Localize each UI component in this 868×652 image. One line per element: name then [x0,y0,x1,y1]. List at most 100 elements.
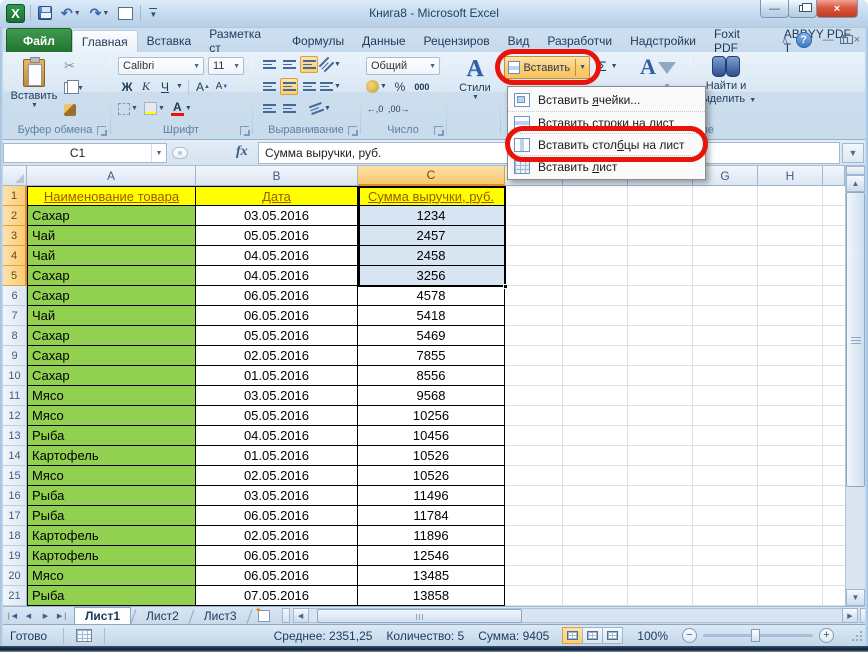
cell-name[interactable]: Сахар [27,346,196,366]
empty-cell[interactable] [505,426,563,446]
empty-cell[interactable] [563,426,628,446]
empty-cell[interactable] [628,186,693,206]
row-header-18[interactable]: 18 [3,526,27,546]
empty-cell[interactable] [563,486,628,506]
empty-cell[interactable] [628,426,693,446]
empty-cell[interactable] [505,266,563,286]
cell-name[interactable]: Картофель [27,546,196,566]
tab-Foxit PDF[interactable]: Foxit PDF [705,27,775,55]
align-center-button[interactable] [280,78,298,95]
cell-sum[interactable]: 10526 [358,466,505,486]
empty-cell[interactable] [758,286,823,306]
empty-cell[interactable] [563,366,628,386]
dialog-launcher-icon[interactable] [348,126,358,136]
empty-cell[interactable] [563,246,628,266]
row-header-4[interactable]: 4 [3,246,27,266]
empty-cell[interactable] [758,566,823,586]
empty-cell[interactable] [628,466,693,486]
empty-cell[interactable] [758,206,823,226]
zoom-thumb[interactable] [751,629,760,642]
align-left-button[interactable] [260,78,278,95]
empty-cell[interactable] [628,446,693,466]
format-painter-button[interactable] [64,102,84,118]
italic-button[interactable]: К [137,78,155,95]
empty-cell[interactable] [628,266,693,286]
cell-name[interactable]: Рыба [27,586,196,606]
empty-cell[interactable] [563,526,628,546]
cell-sum[interactable]: 1234 [358,206,505,226]
empty-cell[interactable] [628,206,693,226]
zoom-level[interactable]: 100% [637,629,668,643]
cell-date[interactable]: 05.05.2016 [196,406,358,426]
cell-sum[interactable]: 10256 [358,406,505,426]
row-header-10[interactable]: 10 [3,366,27,386]
cell-date[interactable]: 04.05.2016 [196,426,358,446]
empty-cell[interactable] [628,406,693,426]
tab-Надстройки[interactable]: Надстройки [621,30,705,52]
cell-sum[interactable]: 8556 [358,366,505,386]
split-handle[interactable] [846,166,865,175]
macro-record-icon[interactable] [76,629,93,642]
chevron-down-icon[interactable]: ▼ [176,83,183,90]
cell-name[interactable]: Мясо [27,386,196,406]
empty-cell[interactable] [758,466,823,486]
comma-style-button[interactable]: 000 [413,78,431,95]
scroll-up-button[interactable]: ▲ [846,175,865,192]
tab-Данные[interactable]: Данные [353,30,414,52]
workbook-minimize-button[interactable]: — [823,34,834,46]
empty-cell[interactable] [628,306,693,326]
empty-cell[interactable] [693,286,758,306]
empty-cell[interactable] [693,406,758,426]
header-cell-sum[interactable]: Сумма выручки, руб. [358,186,505,206]
row-header-20[interactable]: 20 [3,566,27,586]
next-sheet-button[interactable]: ▶ [38,609,53,623]
empty-cell[interactable] [505,346,563,366]
cell-date[interactable]: 04.05.2016 [196,246,358,266]
empty-cell[interactable] [758,506,823,526]
workbook-restore-button[interactable] [839,34,853,44]
chevron-down-icon[interactable]: ▼ [611,63,618,70]
tab-Разметка ст[interactable]: Разметка ст [200,27,283,55]
empty-cell[interactable] [758,246,823,266]
vertical-scrollbar[interactable]: ▲ ▼ [845,166,865,606]
empty-cell[interactable] [758,406,823,426]
split-handle[interactable] [281,608,290,623]
empty-cell[interactable] [693,586,758,606]
decrease-decimal-button[interactable]: ,00→ [388,100,410,117]
horizontal-scrollbar[interactable]: ◀ ▶ [281,608,868,624]
cell-sum[interactable]: 10456 [358,426,505,446]
cell-name[interactable]: Сахар [27,286,196,306]
vertical-scroll-thumb[interactable] [846,192,865,487]
empty-cell[interactable] [758,226,823,246]
accounting-format-button[interactable]: ▼ [366,78,387,95]
cell-sum[interactable]: 3256 [358,266,505,286]
tab-Главная[interactable]: Главная [71,30,138,52]
cell-sum[interactable]: 11896 [358,526,505,546]
cell-sum[interactable]: 13858 [358,586,505,606]
formula-bar-handle[interactable] [172,147,188,159]
chevron-down-icon[interactable]: ▼ [158,105,165,112]
cell-date[interactable]: 06.05.2016 [196,566,358,586]
cell-name[interactable]: Рыба [27,426,196,446]
grow-font-button[interactable]: А ▲ [194,78,212,95]
last-sheet-button[interactable]: ▶❘ [55,609,70,623]
empty-cell[interactable] [693,366,758,386]
row-header-21[interactable]: 21 [3,586,27,606]
empty-cell[interactable] [505,246,563,266]
empty-cell[interactable] [758,586,823,606]
increase-indent-button[interactable] [280,100,298,117]
empty-cell[interactable] [693,306,758,326]
empty-cell[interactable] [628,586,693,606]
first-sheet-button[interactable]: ❘◀ [4,609,19,623]
menu-item-1[interactable]: Вставить ячейки... [508,89,705,111]
decrease-indent-button[interactable] [260,100,278,117]
cell-sum[interactable]: 2457 [358,226,505,246]
chevron-down-icon[interactable]: ▼ [151,144,166,162]
cell-date[interactable]: 04.05.2016 [196,266,358,286]
empty-cell[interactable] [563,306,628,326]
cell-name[interactable]: Сахар [27,366,196,386]
select-all-corner[interactable] [3,166,27,186]
empty-cell[interactable] [563,546,628,566]
empty-cell[interactable] [505,446,563,466]
cell-name[interactable]: Чай [27,306,196,326]
